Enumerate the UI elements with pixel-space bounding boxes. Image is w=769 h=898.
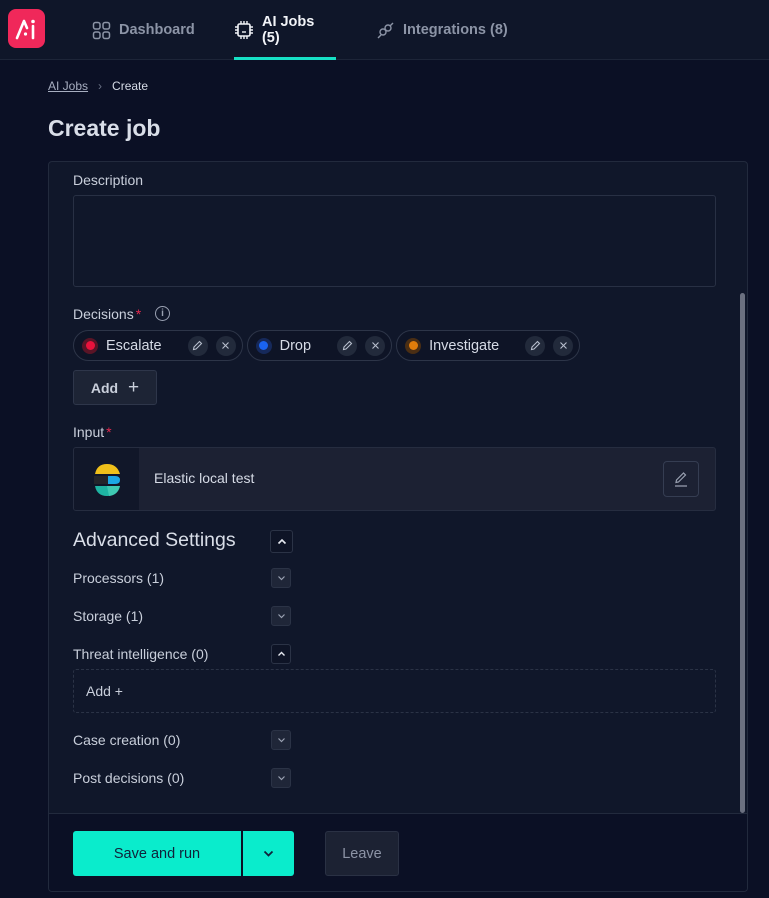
pencil-icon [675, 472, 687, 487]
remove-decision-button[interactable] [215, 335, 236, 356]
save-and-run-button[interactable]: Save and run [73, 831, 241, 876]
active-tab-indicator [234, 57, 336, 60]
form-scroll-area: Description Decisions* i Escalate Drop [49, 162, 747, 813]
pencil-icon [342, 340, 352, 351]
add-threat-intelligence-button[interactable]: Add + [73, 669, 716, 713]
chevron-down-icon [277, 776, 285, 781]
plus-icon: + [128, 376, 140, 398]
edit-decision-button[interactable] [525, 335, 546, 356]
required-asterisk: * [106, 424, 112, 440]
storage-section-label: Storage (1) [73, 608, 144, 624]
post-decisions-section-label: Post decisions (0) [73, 770, 185, 786]
input-label-text: Input [73, 424, 105, 440]
chevron-right-icon: › [98, 79, 103, 93]
close-icon [222, 342, 230, 349]
pencil-icon [530, 340, 540, 351]
chip-icon [234, 21, 253, 39]
decision-chip-escalate: Escalate [73, 330, 243, 361]
close-icon [371, 342, 379, 349]
add-label: Add [90, 379, 119, 396]
edit-decision-button[interactable] [337, 335, 358, 356]
storage-toggle[interactable] [271, 606, 291, 626]
plug-icon [377, 22, 394, 38]
advanced-settings-toggle[interactable] [270, 530, 293, 553]
decision-label: Drop [279, 337, 312, 354]
decision-label: Escalate [106, 337, 162, 354]
nav-tab-integrations[interactable]: Integrations (8) [376, 0, 508, 60]
nav-tab-label: Dashboard [119, 22, 195, 38]
decisions-label: Decisions * [73, 306, 141, 322]
nav-tab-label: Integrations (8) [403, 22, 508, 38]
elastic-logo-icon [93, 464, 120, 496]
chevron-up-icon [277, 538, 286, 545]
processors-section-label: Processors (1) [73, 570, 165, 586]
page-title: Create job [48, 115, 161, 141]
input-logo-cell [74, 448, 139, 510]
remove-decision-button[interactable] [553, 335, 574, 356]
chevron-down-icon [277, 614, 285, 619]
chevron-up-icon [277, 651, 285, 656]
case-creation-toggle[interactable] [271, 730, 291, 750]
scrollbar-thumb[interactable] [740, 293, 745, 813]
case-creation-section-label: Case creation (0) [73, 732, 181, 748]
form-footer: Save and run Leave [49, 813, 747, 891]
pencil-icon [192, 340, 203, 351]
input-source-card: Elastic local test [73, 447, 716, 511]
top-navigation: Dashboard AI Jobs (5) Integrations (8) [0, 0, 769, 60]
chevron-down-icon [277, 576, 285, 581]
post-decisions-toggle[interactable] [271, 768, 291, 788]
create-job-form: Description Decisions* i Escalate Drop [48, 161, 748, 892]
info-icon[interactable]: i [155, 306, 170, 321]
chevron-down-icon [277, 738, 285, 743]
app-logo[interactable] [8, 9, 45, 48]
decision-color-dot [82, 337, 98, 354]
grid-icon [92, 21, 111, 39]
save-options-dropdown[interactable] [243, 831, 294, 876]
decision-chip-drop: Drop [246, 330, 393, 361]
breadcrumb-current: Create [112, 79, 149, 93]
decision-chip-investigate: Investigate [396, 330, 581, 361]
required-asterisk: * [135, 306, 142, 322]
nav-tab-ai-jobs[interactable]: AI Jobs (5) [234, 0, 336, 60]
description-label: Description [73, 172, 144, 188]
breadcrumb: AI Jobs › Create [48, 79, 148, 93]
nav-tab-label: AI Jobs (5) [261, 14, 315, 46]
decision-color-dot [255, 337, 272, 354]
decision-label: Investigate [429, 337, 500, 354]
edit-input-button[interactable] [663, 461, 699, 497]
processors-toggle[interactable] [271, 568, 291, 588]
threat-intelligence-section-label: Threat intelligence (0) [73, 646, 209, 662]
description-textarea[interactable] [73, 195, 716, 287]
nav-tab-dashboard[interactable]: Dashboard [92, 0, 195, 60]
input-label: Input * [73, 424, 112, 440]
edit-decision-button[interactable] [187, 335, 208, 356]
decision-color-dot [405, 337, 422, 354]
add-decision-button[interactable]: Add + [73, 370, 157, 405]
decisions-label-text: Decisions [73, 306, 134, 322]
input-source-name: Elastic local test [154, 470, 255, 486]
ai-logo-icon [15, 19, 35, 39]
decision-chips: Escalate Drop Investigate [73, 330, 581, 361]
threat-intelligence-toggle[interactable] [271, 644, 291, 664]
close-icon [559, 342, 567, 349]
chevron-down-icon [263, 850, 274, 857]
leave-button[interactable]: Leave [325, 831, 399, 876]
advanced-settings-title: Advanced Settings [73, 529, 236, 551]
breadcrumb-ai-jobs-link[interactable]: AI Jobs [48, 79, 88, 93]
remove-decision-button[interactable] [365, 335, 386, 356]
